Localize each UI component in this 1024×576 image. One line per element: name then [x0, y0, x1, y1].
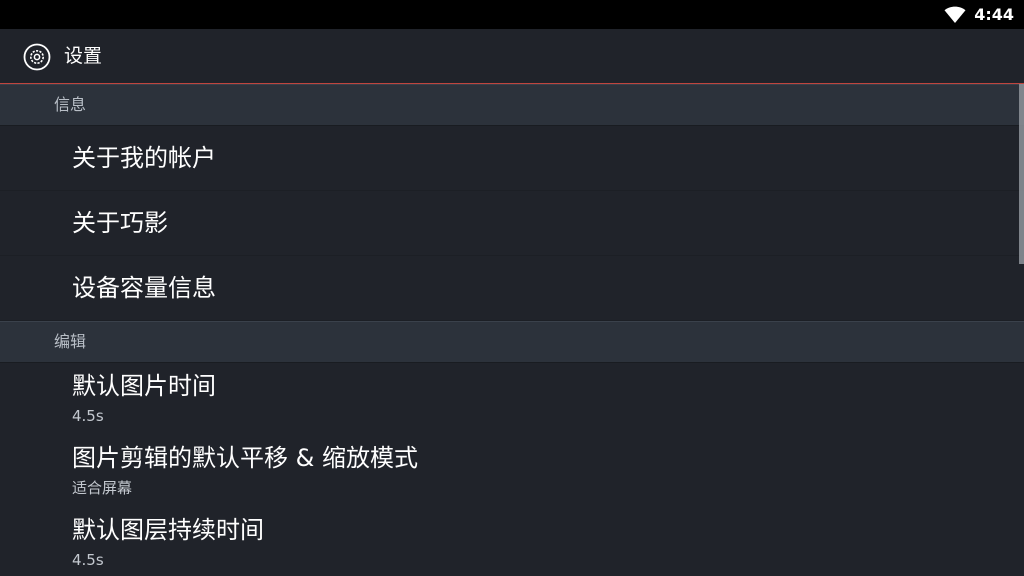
section-header-label: 编辑: [54, 332, 87, 351]
status-bar: 4:44: [0, 0, 1024, 29]
pref-summary: 4.5s: [72, 407, 104, 425]
pref-default-pan-zoom[interactable]: 图片剪辑的默认平移 & 缩放模式 适合屏幕: [0, 435, 1024, 507]
pref-title: 默认图片时间: [72, 372, 216, 400]
section-header-info: 信息: [0, 84, 1024, 126]
pref-about-app[interactable]: 关于巧影: [0, 191, 1024, 256]
page-title: 设置: [64, 45, 103, 67]
section-header-edit: 编辑: [0, 321, 1024, 363]
settings-list[interactable]: 信息 关于我的帐户 关于巧影 设备容量信息 编辑 默认图片时间 4.5s 图片剪…: [0, 84, 1024, 576]
section-header-label: 信息: [54, 95, 87, 114]
pref-device-capacity[interactable]: 设备容量信息: [0, 256, 1024, 321]
action-bar: 设置: [0, 29, 1024, 84]
pref-default-layer-duration[interactable]: 默认图层持续时间 4.5s: [0, 507, 1024, 576]
pref-title: 默认图层持续时间: [72, 516, 264, 544]
pref-default-image-duration[interactable]: 默认图片时间 4.5s: [0, 363, 1024, 435]
pref-title: 图片剪辑的默认平移 & 缩放模式: [72, 444, 418, 472]
scrollbar[interactable]: [1019, 84, 1024, 264]
pref-summary: 4.5s: [72, 551, 104, 569]
wifi-icon: [944, 6, 966, 23]
pref-title: 关于巧影: [72, 209, 168, 237]
pref-about-account[interactable]: 关于我的帐户: [0, 126, 1024, 191]
pref-title: 关于我的帐户: [72, 144, 216, 172]
pref-title: 设备容量信息: [72, 274, 216, 302]
status-icons: 4:44: [944, 0, 1014, 29]
pref-summary: 适合屏幕: [72, 479, 133, 497]
settings-icon[interactable]: [23, 43, 51, 71]
clock: 4:44: [974, 5, 1014, 24]
